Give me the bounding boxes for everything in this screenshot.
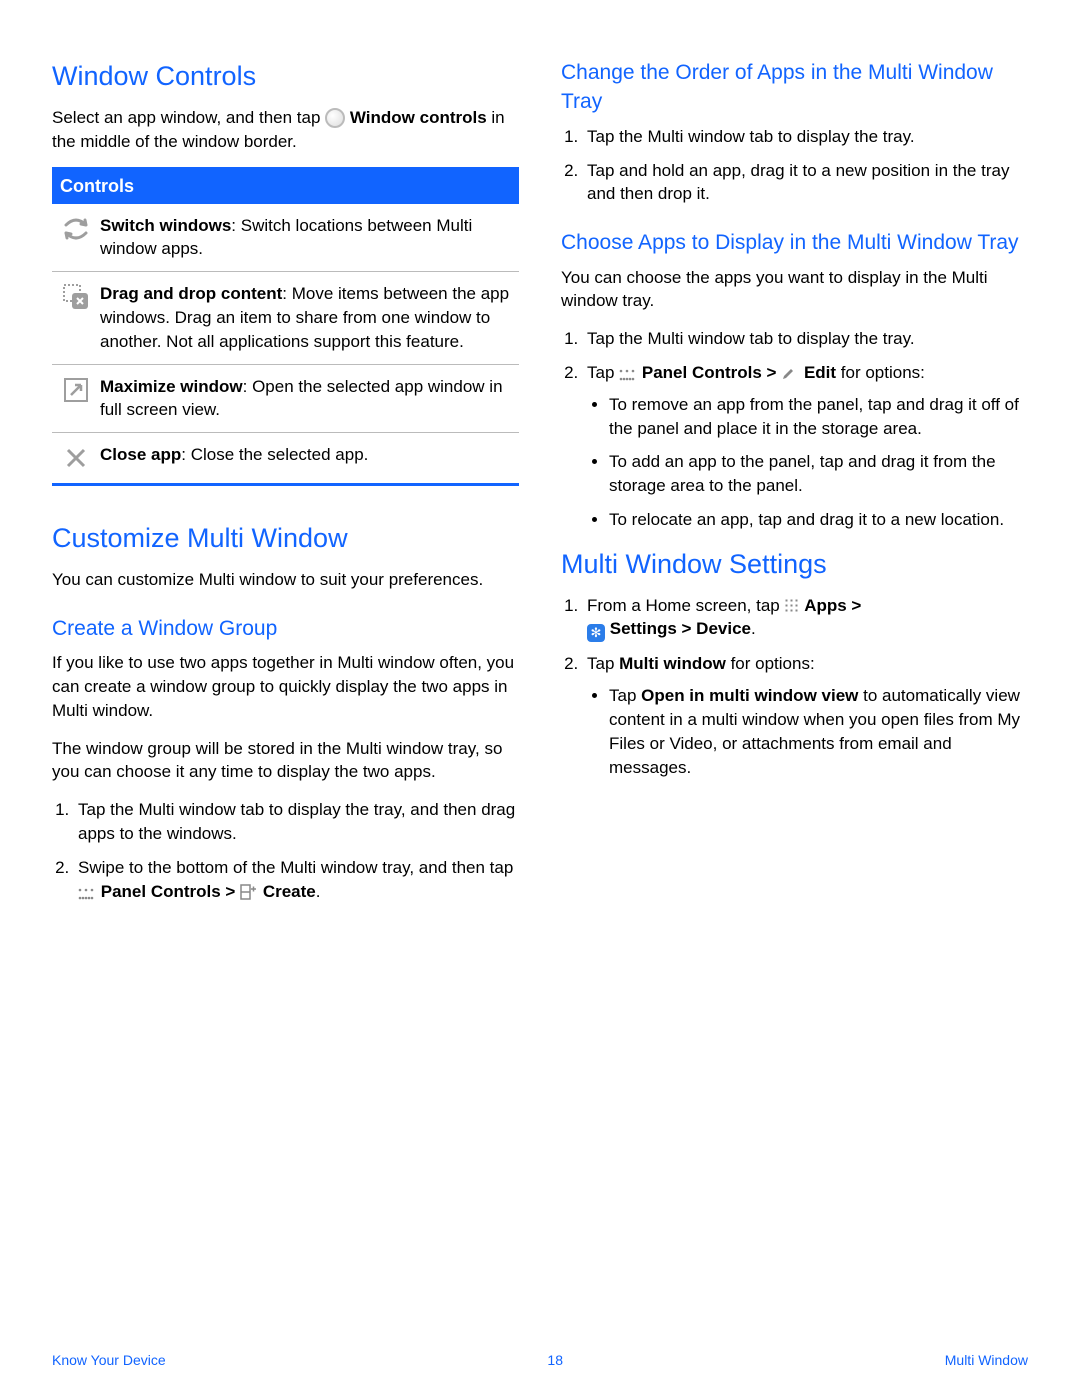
window-control-circle-icon bbox=[325, 108, 345, 128]
controls-table-header: Controls bbox=[52, 170, 519, 203]
create-group-steps: Tap the Multi window tab to display the … bbox=[52, 798, 519, 903]
table-row: Switch windows: Switch locations between… bbox=[52, 204, 519, 273]
change-order-steps: Tap the Multi window tab to display the … bbox=[561, 125, 1028, 206]
list-item: Tap and hold an app, drag it to a new po… bbox=[583, 159, 1028, 207]
apps-grid-icon bbox=[784, 598, 799, 613]
create-group-p1: If you like to use two apps together in … bbox=[52, 651, 519, 722]
list-item: Tap the Multi window tab to display the … bbox=[583, 327, 1028, 351]
panel-controls-icon bbox=[619, 364, 637, 382]
page-footer: Know Your Device 18 Multi Window bbox=[0, 1351, 1080, 1371]
maximize-icon bbox=[58, 375, 94, 405]
right-column: Change the Order of Apps in the Multi Wi… bbox=[561, 58, 1028, 917]
list-item: Tap Open in multi window view to automat… bbox=[609, 684, 1028, 779]
customize-text: You can customize Multi window to suit y… bbox=[52, 568, 519, 592]
list-item: Tap the Multi window tab to display the … bbox=[583, 125, 1028, 149]
controls-table: Controls Switch windows: Switch location… bbox=[52, 167, 519, 486]
create-group-icon bbox=[240, 883, 258, 901]
choose-apps-steps: Tap the Multi window tab to display the … bbox=[561, 327, 1028, 532]
drag-drop-icon bbox=[58, 282, 94, 312]
switch-windows-icon bbox=[58, 214, 94, 244]
list-item: To relocate an app, tap and drag it to a… bbox=[609, 508, 1028, 532]
heading-window-controls: Window Controls bbox=[52, 58, 519, 96]
settings-gear-icon: ✻ bbox=[587, 624, 605, 642]
create-group-p2: The window group will be stored in the M… bbox=[52, 737, 519, 785]
table-row: Close app: Close the selected app. bbox=[52, 433, 519, 483]
choose-apps-text: You can choose the apps you want to disp… bbox=[561, 266, 1028, 314]
heading-customize: Customize Multi Window bbox=[52, 520, 519, 558]
settings-steps: From a Home screen, tap Apps > ✻ Setting… bbox=[561, 594, 1028, 780]
footer-right: Multi Window bbox=[945, 1351, 1028, 1371]
window-controls-intro: Select an app window, and then tap Windo… bbox=[52, 106, 519, 154]
footer-page-number: 18 bbox=[547, 1351, 563, 1371]
list-item: Tap Multi window for options: Tap Open i… bbox=[583, 652, 1028, 779]
list-item: To add an app to the panel, tap and drag… bbox=[609, 450, 1028, 498]
list-item: Swipe to the bottom of the Multi window … bbox=[74, 856, 519, 904]
close-icon bbox=[58, 443, 94, 473]
list-item: To remove an app from the panel, tap and… bbox=[609, 393, 1028, 441]
heading-choose-apps: Choose Apps to Display in the Multi Wind… bbox=[561, 228, 1028, 257]
panel-controls-icon bbox=[78, 883, 96, 901]
table-row: Drag and drop content: Move items betwee… bbox=[52, 272, 519, 364]
left-column: Window Controls Select an app window, an… bbox=[52, 58, 519, 917]
list-item: Tap the Multi window tab to display the … bbox=[74, 798, 519, 846]
heading-multi-window-settings: Multi Window Settings bbox=[561, 546, 1028, 584]
table-row: Maximize window: Open the selected app w… bbox=[52, 365, 519, 434]
heading-change-order: Change the Order of Apps in the Multi Wi… bbox=[561, 58, 1028, 117]
edit-pencil-icon bbox=[781, 364, 799, 382]
list-item: Tap Panel Controls > Edit for options: T… bbox=[583, 361, 1028, 532]
heading-create-group: Create a Window Group bbox=[52, 614, 519, 643]
list-item: From a Home screen, tap Apps > ✻ Setting… bbox=[583, 594, 1028, 643]
footer-left: Know Your Device bbox=[52, 1351, 166, 1371]
